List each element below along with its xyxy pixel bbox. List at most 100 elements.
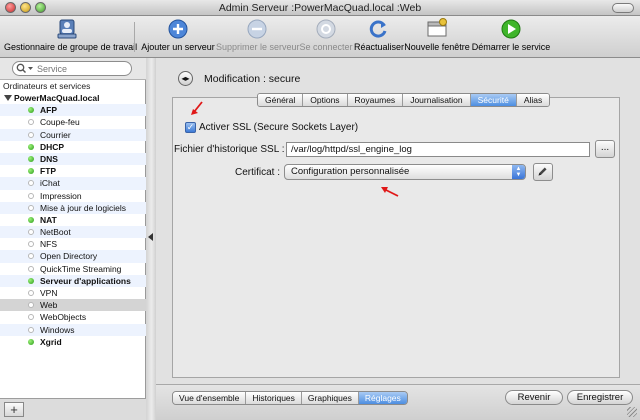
- select-arrows-icon: ▲ ▼: [512, 165, 525, 179]
- sidebar-item[interactable]: VPN: [0, 287, 146, 299]
- pencil-icon: [538, 167, 547, 176]
- sidebar-item-label: Courrier: [40, 129, 71, 140]
- sidebar-item-label: Open Directory: [40, 251, 98, 262]
- sidebar-item[interactable]: Impression: [0, 190, 146, 202]
- workgroup-manager-label: Gestionnaire de groupe de travail: [4, 42, 138, 52]
- sidebar-item-label: WebObjects: [40, 312, 87, 323]
- status-dot-icon: [28, 119, 34, 126]
- status-dot-icon: [28, 253, 34, 260]
- sidebar-item[interactable]: iChat: [0, 177, 146, 190]
- settings-panel: [172, 97, 620, 378]
- refresh-label: Réactualiser: [354, 42, 405, 52]
- ssl-log-label: Fichier d'historique SSL :: [174, 144, 285, 155]
- save-button[interactable]: Enregistrer: [567, 390, 633, 405]
- service-tree: PowerMacQuad.local AFP Coupe-feu Courrier D…: [0, 92, 146, 348]
- revert-button[interactable]: Revenir: [505, 390, 563, 405]
- settings-tab[interactable]: Options: [303, 94, 348, 106]
- sidebar-item-label: FTP: [40, 166, 57, 177]
- sidebar-item[interactable]: NAT: [0, 214, 146, 226]
- sidebar-item[interactable]: QuickTime Streaming: [0, 263, 146, 275]
- sidebar-item[interactable]: AFP: [0, 104, 146, 117]
- status-dot-icon: [28, 143, 34, 150]
- sidebar-item[interactable]: DNS: [0, 152, 146, 166]
- sidebar-footer: +: [0, 398, 146, 420]
- workgroup-manager-button[interactable]: Gestionnaire de groupe de travail: [4, 18, 137, 52]
- collapse-arrow-icon[interactable]: [148, 233, 153, 241]
- sidebar-item-label: iChat: [40, 178, 60, 189]
- status-dot-icon: [28, 180, 34, 187]
- sidebar-item[interactable]: Windows: [0, 323, 146, 336]
- sidebar-item[interactable]: Coupe-feu: [0, 116, 146, 128]
- add-icon[interactable]: +: [4, 402, 24, 417]
- edit-certificate-button[interactable]: [533, 163, 553, 181]
- sidebar-item[interactable]: DHCP: [0, 141, 146, 153]
- sidebar-item[interactable]: Mise à jour de logiciels: [0, 201, 146, 214]
- sidebar-item-label: Web: [40, 300, 58, 311]
- refresh-button[interactable]: Réactualiser: [354, 18, 404, 52]
- list-header: Ordinateurs et services: [3, 81, 91, 91]
- sidebar-item-label: Xgrid: [40, 336, 62, 347]
- view-tab[interactable]: Réglages: [358, 392, 407, 404]
- status-dot-icon: [28, 338, 34, 345]
- status-dot-icon: [28, 229, 34, 236]
- server-row[interactable]: PowerMacQuad.local: [0, 92, 146, 104]
- back-arrows-icon[interactable]: ◂▸: [178, 71, 193, 86]
- minimize-window-button[interactable]: [20, 2, 31, 13]
- settings-tab[interactable]: Général: [258, 94, 304, 106]
- disclosure-triangle-icon[interactable]: [4, 95, 12, 101]
- view-tab[interactable]: Vue d'ensemble: [173, 392, 247, 404]
- status-dot-icon: [28, 204, 34, 211]
- status-dot-icon: [28, 290, 34, 296]
- sidebar-item[interactable]: Open Directory: [0, 250, 146, 263]
- annotation-arrow-icon: [191, 101, 203, 115]
- server-label: PowerMacQuad.local: [14, 93, 100, 103]
- sidebar-item[interactable]: Courrier: [0, 128, 146, 141]
- settings-tab[interactable]: Royaumes: [347, 94, 404, 106]
- view-tab[interactable]: Graphiques: [301, 392, 359, 404]
- ssl-log-field[interactable]: /var/log/httpd/ssl_engine_log: [286, 142, 590, 157]
- add-server-label: Ajouter un serveur: [141, 42, 215, 52]
- sidebar-item[interactable]: Serveur d'applications: [0, 274, 146, 287]
- bottom-bar: Vue d'ensemble Historiques Graphiques Régla…: [156, 384, 640, 420]
- close-window-button[interactable]: [5, 2, 16, 13]
- sidebar-item-label: Impression: [40, 190, 82, 201]
- search-icon: [16, 63, 33, 73]
- certificate-select[interactable]: Configuration personnalisée ▲ ▼: [284, 164, 526, 180]
- zoom-window-button[interactable]: [35, 2, 46, 13]
- new-window-button[interactable]: Nouvelle fenêtre: [404, 18, 470, 52]
- sidebar-item[interactable]: FTP: [0, 165, 146, 177]
- workgroup-manager-icon: [57, 19, 77, 39]
- settings-tab[interactable]: Alias: [516, 94, 550, 106]
- start-service-label: Démarrer le service: [471, 42, 551, 52]
- ssl-checkbox-label[interactable]: Activer SSL (Secure Sockets Layer): [199, 122, 358, 133]
- sidebar-item[interactable]: NetBoot: [0, 226, 146, 239]
- sidebar-item[interactable]: Web: [0, 299, 146, 312]
- add-server-icon: [168, 19, 188, 39]
- settings-tabs: Général Options Royaumes Journalisation Sécu…: [257, 93, 551, 107]
- toolbar-toggle-button[interactable]: [612, 3, 634, 13]
- connect-button[interactable]: Se connecter: [298, 18, 354, 52]
- remove-server-icon: [247, 19, 267, 39]
- sidebar-item[interactable]: NFS: [0, 238, 146, 250]
- resize-grip-icon[interactable]: [627, 407, 637, 417]
- status-dot-icon: [28, 107, 34, 114]
- add-server-button[interactable]: Ajouter un serveur: [140, 18, 216, 52]
- sidebar-item[interactable]: WebObjects: [0, 311, 146, 323]
- status-dot-icon: [28, 241, 34, 248]
- sidebar-item-label: DNS: [40, 153, 58, 164]
- browse-button[interactable]: ...: [595, 140, 615, 158]
- view-tab[interactable]: Historiques: [246, 392, 302, 404]
- view-switcher: Vue d'ensemble Historiques Graphiques Régla…: [172, 391, 408, 405]
- sidebar-item[interactable]: Xgrid: [0, 336, 146, 348]
- sidebar-item-label: NAT: [40, 214, 57, 225]
- sidebar-item-label: Serveur d'applications: [40, 275, 131, 286]
- status-dot-icon: [28, 131, 34, 138]
- settings-tab[interactable]: Journalisation: [403, 94, 471, 106]
- start-service-icon: [501, 19, 521, 39]
- settings-tab[interactable]: Sécurité: [470, 94, 517, 106]
- remove-server-button[interactable]: Supprimer le serveur: [216, 18, 300, 52]
- status-dot-icon: [28, 192, 34, 199]
- start-service-button[interactable]: Démarrer le service: [470, 18, 552, 52]
- search-bar: [0, 58, 146, 80]
- ssl-checkbox[interactable]: ✓: [185, 122, 196, 133]
